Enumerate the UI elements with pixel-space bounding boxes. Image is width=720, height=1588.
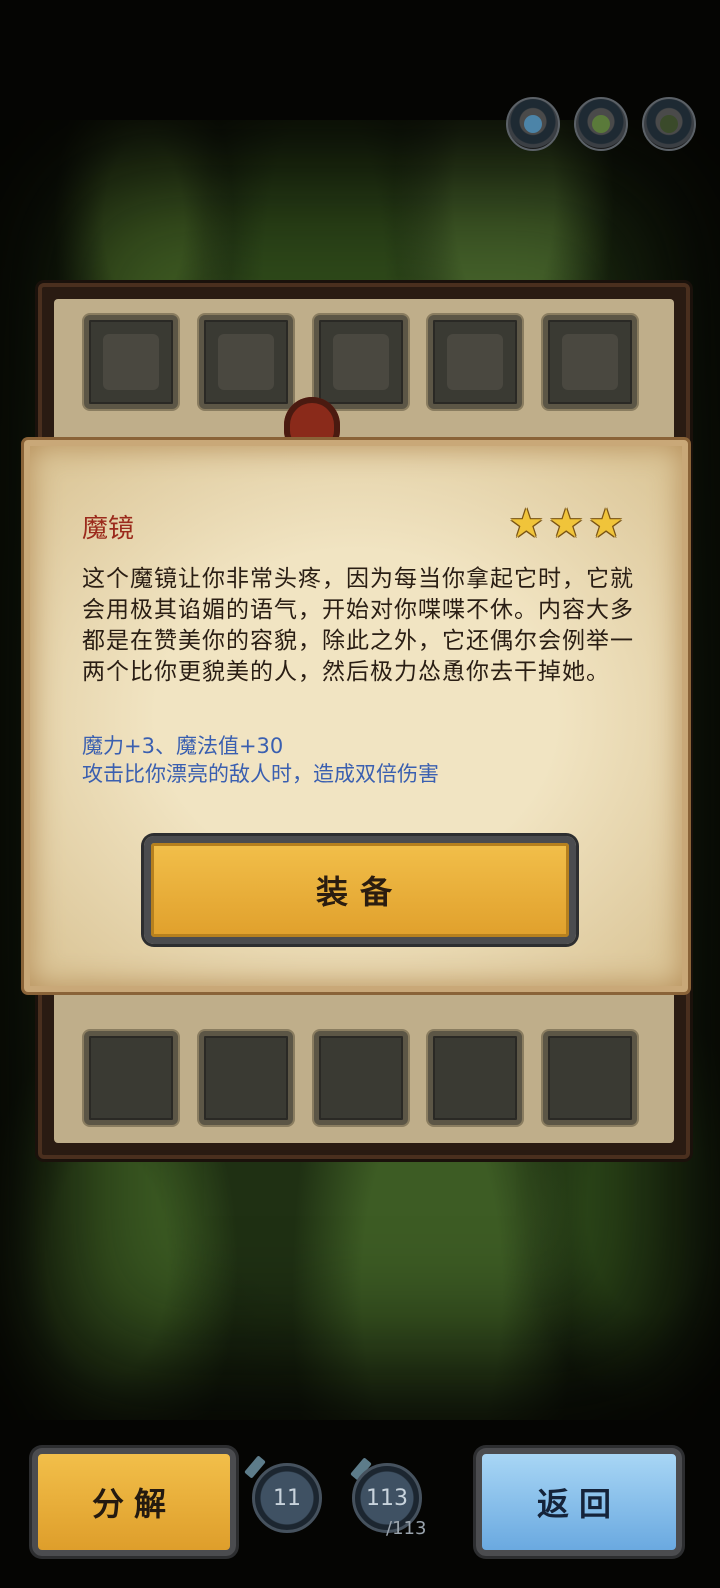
star-icon: ★ [588,501,624,547]
equip-slot-5[interactable] [543,315,637,409]
back-button[interactable]: 返回 [476,1448,682,1556]
item-description: 这个魔镜让你非常头疼，因为每当你拿起它时，它就会用极其谄媚的语气，开始对你喋喋不… [82,566,634,685]
item-detail-dialog: 魔镜 ★ ★ ★ 这个魔镜让你非常头疼，因为每当你拿起它时，它就会用极其谄媚的语… [24,440,688,992]
hero-avatar-bar [506,97,696,151]
bag-slot-5[interactable] [543,1031,637,1125]
armor-silhouette-icon [218,334,274,390]
counter-b-value: 113 [366,1485,408,1511]
bag-slot-1[interactable] [84,1031,178,1125]
equip-slot-3[interactable] [314,315,408,409]
equip-button[interactable]: 装备 [144,836,576,944]
weapon-silhouette-icon [103,334,159,390]
star-icon: ★ [548,501,585,547]
bag-slot-2[interactable] [199,1031,293,1125]
item-effects: 魔力+3、魔法值+30 攻击比你漂亮的敌人时，造成双倍伤害 [82,732,642,788]
hero-avatar-3[interactable] [642,97,696,151]
equip-slot-2[interactable] [199,315,293,409]
item-rarity-stars: ★ ★ ★ [508,504,624,544]
bag-slot-3[interactable] [314,1031,408,1125]
bag-slot-4[interactable] [428,1031,522,1125]
equip-slot-1[interactable] [84,315,178,409]
counter-b-max: /113 [386,1518,427,1539]
counter-a-value: 11 [273,1485,301,1511]
star-icon: ★ [508,501,545,547]
item-effect-special: 攻击比你漂亮的敌人时，造成双倍伤害 [82,762,439,786]
hero-avatar-1[interactable] [506,97,560,151]
crossbow-silhouette-icon [447,334,503,390]
helmet-silhouette-icon [333,334,389,390]
counter-a: 11 [252,1463,322,1533]
amulet-silhouette-icon [562,334,618,390]
item-name: 魔镜 [82,514,135,544]
decompose-button[interactable]: 分解 [32,1448,236,1556]
item-effect-stats: 魔力+3、魔法值+30 [82,734,284,758]
equip-slot-4[interactable] [428,315,522,409]
hero-avatar-2[interactable] [574,97,628,151]
